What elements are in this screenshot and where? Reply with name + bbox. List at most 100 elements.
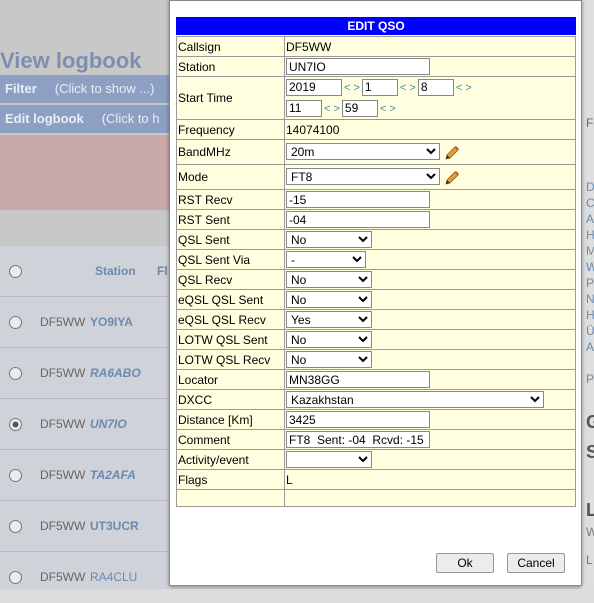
- row-station[interactable]: RA4CLU: [90, 570, 137, 584]
- row-station[interactable]: UN7IO: [90, 417, 127, 431]
- lotw-recv-select[interactable]: No: [286, 351, 372, 368]
- edit-qso-form: Callsign DF5WW Station Start Time < > < >…: [176, 36, 576, 507]
- qsl-sent-select[interactable]: No: [286, 231, 372, 248]
- frequency-label: Frequency: [176, 119, 285, 140]
- lotw-sent-row: LOTW QSL Sent No: [176, 329, 576, 350]
- select-all-radio[interactable]: [9, 265, 22, 278]
- activity-select[interactable]: [286, 451, 372, 468]
- month-arrows[interactable]: < >: [400, 82, 416, 94]
- lotw-sent-select[interactable]: No: [286, 331, 372, 348]
- sidebar-link[interactable]: Ü: [586, 324, 594, 338]
- table-row[interactable]: DF5WW YO9IYA: [0, 296, 170, 348]
- dxcc-label: DXCC: [176, 389, 285, 410]
- mode-select[interactable]: FT8: [286, 168, 440, 186]
- row-radio[interactable]: [9, 316, 22, 329]
- row-radio[interactable]: [9, 571, 22, 584]
- locator-label: Locator: [176, 369, 285, 390]
- qsl-sent-row: QSL Sent No: [176, 229, 576, 250]
- hour-input[interactable]: [286, 99, 322, 117]
- lotw-sent-label: LOTW QSL Sent: [176, 329, 285, 350]
- day-arrows[interactable]: < >: [456, 82, 472, 94]
- sidebar-link[interactable]: H: [586, 228, 594, 242]
- row-callsign: DF5WW: [40, 315, 86, 329]
- pencil-icon[interactable]: [444, 170, 460, 186]
- distance-row: Distance [Km]: [176, 409, 576, 430]
- day-input[interactable]: [417, 78, 454, 96]
- cancel-button[interactable]: Cancel: [507, 553, 565, 573]
- station-column-header[interactable]: Station: [95, 264, 136, 278]
- row-radio[interactable]: [9, 520, 22, 533]
- rst-recv-input[interactable]: [286, 191, 430, 208]
- sidebar-heading: L: [586, 500, 594, 520]
- station-label: Station: [176, 56, 285, 77]
- start-time-row: Start Time < > < > < > < > < >: [176, 76, 576, 120]
- qsl-sent-via-select[interactable]: -: [286, 251, 366, 268]
- table-row[interactable]: DF5WW RA4CLU: [0, 551, 170, 603]
- sidebar-link[interactable]: D: [586, 180, 594, 194]
- row-station[interactable]: RA6ABO: [90, 366, 141, 380]
- rst-sent-input[interactable]: [286, 211, 430, 228]
- sidebar-heading: G: [586, 412, 594, 432]
- sidebar-link[interactable]: A: [586, 340, 594, 354]
- eqsl-recv-select[interactable]: Yes: [286, 311, 372, 328]
- mode-row: Mode FT8: [176, 164, 576, 190]
- station-row: Station: [176, 56, 576, 77]
- eqsl-sent-select[interactable]: No: [286, 291, 372, 308]
- comment-input[interactable]: [286, 431, 430, 448]
- row-radio-selected[interactable]: [9, 418, 22, 431]
- callsign-row: Callsign DF5WW: [176, 36, 576, 57]
- sidebar-letter: L: [586, 553, 593, 567]
- table-row[interactable]: DF5WW TA2AFA: [0, 449, 170, 501]
- sidebar-link[interactable]: H: [586, 308, 594, 322]
- edit-logbook-bar[interactable]: Edit logbook (Click to h: [0, 105, 170, 133]
- station-input[interactable]: [286, 58, 430, 75]
- table-row[interactable]: DF5WW RA6ABO: [0, 347, 170, 399]
- sidebar-link[interactable]: Pr: [586, 372, 594, 386]
- band-label: BandMHz: [176, 139, 285, 165]
- dxcc-select[interactable]: Kazakhstan: [286, 391, 544, 408]
- flags-row: Flags L: [176, 469, 576, 490]
- filter-label: Filter: [5, 81, 37, 96]
- distance-input[interactable]: [286, 411, 430, 428]
- minute-input[interactable]: [341, 99, 378, 117]
- qsl-sent-label: QSL Sent: [176, 229, 285, 250]
- eqsl-sent-label: eQSL QSL Sent: [176, 289, 285, 310]
- edit-logbook-label: Edit logbook: [5, 111, 84, 126]
- row-radio[interactable]: [9, 367, 22, 380]
- sidebar-link[interactable]: C: [586, 196, 594, 210]
- row-callsign: DF5WW: [40, 519, 86, 533]
- sidebar-link[interactable]: N: [586, 292, 594, 306]
- month-input[interactable]: [361, 78, 398, 96]
- year-arrows[interactable]: < >: [344, 82, 360, 94]
- sidebar-link[interactable]: M: [586, 244, 594, 258]
- minute-arrows[interactable]: < >: [380, 103, 396, 115]
- sidebar-link[interactable]: A: [586, 212, 594, 226]
- row-station[interactable]: YO9IYA: [90, 315, 133, 329]
- locator-row: Locator: [176, 369, 576, 390]
- mode-label: Mode: [176, 164, 285, 190]
- callsign-value: DF5WW: [284, 36, 576, 57]
- locator-input[interactable]: [286, 371, 430, 388]
- pencil-icon[interactable]: [444, 145, 460, 161]
- year-input[interactable]: [286, 78, 342, 96]
- dxcc-row: DXCC Kazakhstan: [176, 389, 576, 410]
- qsl-recv-select[interactable]: No: [286, 271, 372, 288]
- qsl-recv-label: QSL Recv: [176, 269, 285, 290]
- sidebar-link[interactable]: W: [586, 260, 594, 274]
- sidebar-link[interactable]: P: [586, 276, 594, 290]
- row-station[interactable]: TA2AFA: [90, 468, 136, 482]
- row-station[interactable]: UT3UCR: [90, 519, 139, 533]
- qsl-recv-row: QSL Recv No: [176, 269, 576, 290]
- table-row[interactable]: DF5WW UN7IO: [0, 398, 170, 450]
- start-time-label: Start Time: [176, 76, 285, 120]
- lotw-recv-row: LOTW QSL Recv No: [176, 349, 576, 370]
- table-row[interactable]: DF5WW UT3UCR: [0, 500, 170, 552]
- row-radio[interactable]: [9, 469, 22, 482]
- ok-button[interactable]: Ok: [436, 553, 494, 573]
- band-select[interactable]: 20m: [286, 143, 440, 161]
- filter-bar[interactable]: Filter (Click to show ...): [0, 75, 170, 103]
- qsl-sent-via-label: QSL Sent Via: [176, 249, 285, 270]
- activity-label: Activity/event: [176, 449, 285, 470]
- hour-arrows[interactable]: < >: [324, 103, 340, 115]
- row-callsign: DF5WW: [40, 468, 86, 482]
